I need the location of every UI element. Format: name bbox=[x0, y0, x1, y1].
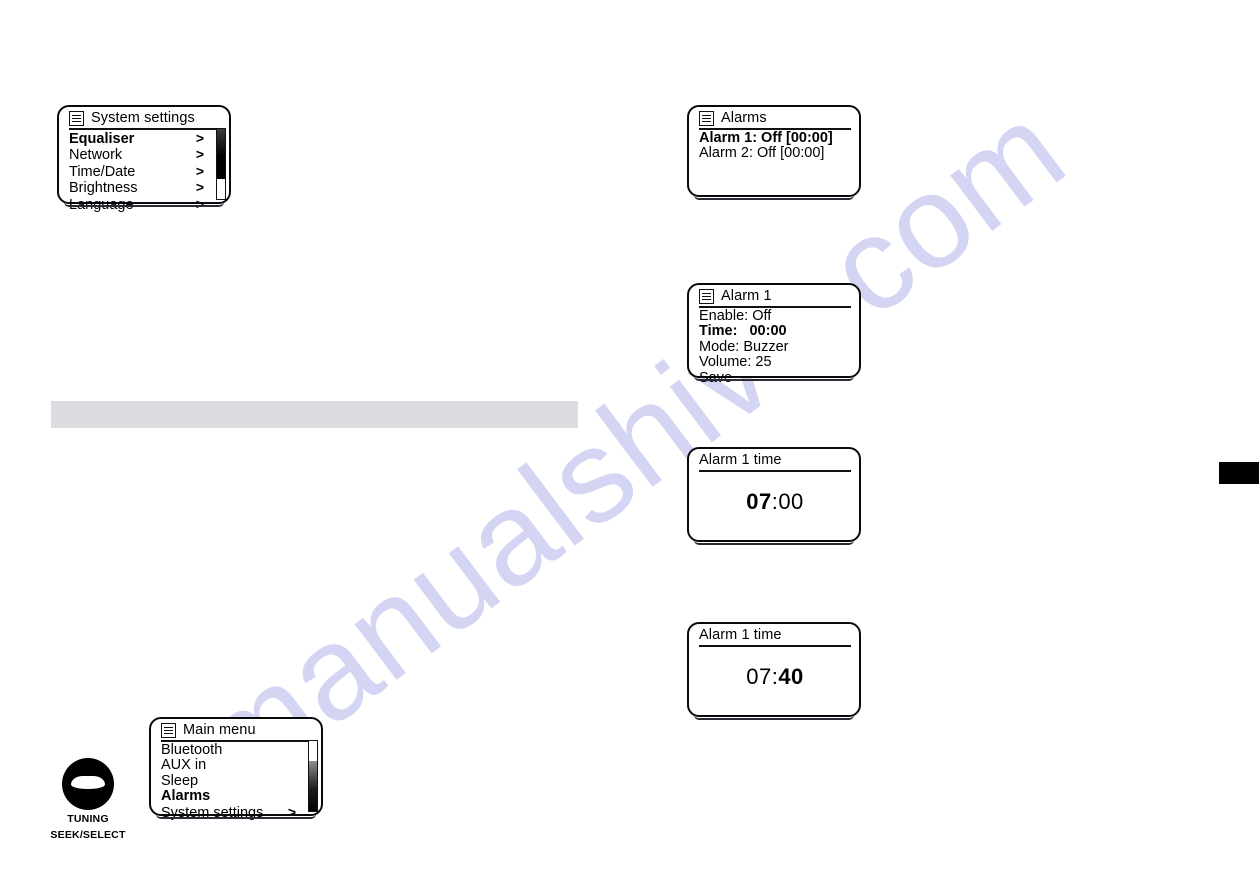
menu-item-label: Language bbox=[69, 196, 134, 213]
time-hour: 07 bbox=[746, 489, 772, 514]
display-alarm-1-time-minute: Alarm 1 time 07:40 bbox=[687, 622, 861, 720]
menu-item-aux-in[interactable]: AUX in bbox=[160, 757, 314, 774]
menu-item-label: Bluetooth bbox=[161, 742, 223, 758]
scrollbar[interactable] bbox=[216, 128, 226, 200]
menu-item-label: Brightness bbox=[69, 180, 138, 197]
menu-item-label: Mode: Buzzer bbox=[699, 338, 789, 355]
display-system-settings: System settings Equaliser > Network > Ti… bbox=[57, 105, 231, 213]
menu-item-label: System settings bbox=[161, 804, 264, 821]
menu-item-equaliser[interactable]: Equaliser > bbox=[68, 130, 222, 147]
menu-list: Alarm 1: Off [00:00] Alarm 2: Off [00:00… bbox=[698, 130, 852, 162]
display-alarm-1-time-hour: Alarm 1 time 07:00 bbox=[687, 447, 861, 545]
menu-item-bluetooth[interactable]: Bluetooth bbox=[160, 742, 314, 758]
menu-list: Bluetooth AUX in Sleep Alarms System set… bbox=[160, 742, 314, 821]
display-title: System settings bbox=[91, 110, 195, 126]
menu-item-label: Network bbox=[69, 147, 123, 164]
menu-item-label: Sleep bbox=[161, 772, 199, 789]
menu-item-label: Time/Date bbox=[69, 163, 136, 180]
menu-icon bbox=[161, 723, 176, 738]
display-header: Alarm 1 time bbox=[699, 627, 851, 647]
display-title: Alarm 1 time bbox=[699, 452, 782, 468]
menu-item-label: Save bbox=[699, 369, 733, 386]
display-header: System settings bbox=[69, 110, 221, 130]
display-header: Alarms bbox=[699, 110, 851, 130]
menu-item-alarm-2[interactable]: Alarm 2: Off [00:00] bbox=[698, 145, 852, 162]
tuning-knob-group: TUNING SEEK/SELECT bbox=[36, 758, 140, 842]
scrollbar-thumb[interactable] bbox=[217, 129, 225, 180]
menu-item-alarms[interactable]: Alarms bbox=[160, 788, 314, 805]
time-readout[interactable]: 07:00 bbox=[698, 489, 852, 515]
page-edge-tab bbox=[1219, 462, 1259, 484]
display-title: Alarms bbox=[721, 110, 767, 126]
display-alarm-1: Alarm 1 Enable: Off Time: 00:00 Mode: Bu… bbox=[687, 283, 861, 386]
menu-list: Equaliser > Network > Time/Date > Bright… bbox=[68, 130, 222, 213]
chevron-right-icon: > bbox=[195, 130, 204, 146]
time-minute: 40 bbox=[778, 664, 804, 689]
menu-icon bbox=[699, 289, 714, 304]
menu-item-label: Equaliser bbox=[69, 131, 135, 147]
chevron-right-icon: > bbox=[195, 146, 204, 163]
menu-list: Enable: Off Time: 00:00 Mode: Buzzer Vol… bbox=[698, 308, 852, 386]
time-minute: 00 bbox=[778, 489, 804, 514]
display-alarms: Alarms Alarm 1: Off [00:00] Alarm 2: Off… bbox=[687, 105, 861, 200]
menu-icon bbox=[699, 111, 714, 126]
menu-item-label: Alarm 2: Off [00:00] bbox=[699, 145, 825, 162]
menu-item-enable[interactable]: Enable: Off bbox=[698, 308, 852, 324]
menu-item-time[interactable]: Time: 00:00 bbox=[698, 323, 852, 340]
display-main-menu: Main menu Bluetooth AUX in Sleep Alarms … bbox=[149, 717, 323, 821]
menu-item-network[interactable]: Network > bbox=[68, 146, 222, 164]
menu-item-label: Alarm 1: Off [00:00] bbox=[699, 130, 833, 146]
menu-item-volume[interactable]: Volume: 25 bbox=[698, 354, 852, 371]
menu-item-sleep[interactable]: Sleep bbox=[160, 772, 314, 789]
display-title: Alarm 1 bbox=[721, 288, 772, 304]
display-header: Alarm 1 bbox=[699, 288, 851, 308]
menu-icon bbox=[69, 111, 84, 126]
menu-item-alarm-1[interactable]: Alarm 1: Off [00:00] bbox=[698, 130, 852, 146]
menu-item-time-date[interactable]: Time/Date > bbox=[68, 162, 222, 180]
tuning-knob-label-line2: SEEK/SELECT bbox=[50, 829, 126, 841]
chevron-right-icon: > bbox=[195, 179, 204, 196]
tuning-knob-label-line1: TUNING bbox=[67, 813, 109, 825]
display-title: Alarm 1 time bbox=[699, 627, 782, 643]
display-title: Main menu bbox=[183, 722, 256, 738]
menu-item-label: AUX in bbox=[161, 757, 207, 774]
time-readout[interactable]: 07:40 bbox=[698, 664, 852, 690]
display-header: Alarm 1 time bbox=[699, 452, 851, 472]
menu-item-label: Time: 00:00 bbox=[699, 323, 787, 340]
watermark: manualshive.com bbox=[169, 74, 1090, 819]
menu-item-save[interactable]: Save bbox=[698, 369, 852, 386]
scrollbar[interactable] bbox=[308, 740, 318, 812]
time-hour: 07 bbox=[746, 664, 772, 689]
menu-item-label: Enable: Off bbox=[699, 308, 772, 324]
tuning-knob-icon[interactable] bbox=[62, 758, 114, 810]
scrollbar-thumb[interactable] bbox=[309, 760, 317, 811]
menu-item-label: Alarms bbox=[161, 788, 211, 805]
section-bar bbox=[51, 401, 578, 428]
menu-item-language[interactable]: Language > bbox=[68, 195, 222, 213]
chevron-right-icon: > bbox=[195, 162, 204, 179]
display-header: Main menu bbox=[161, 722, 313, 742]
chevron-right-icon: > bbox=[287, 803, 296, 820]
menu-item-mode[interactable]: Mode: Buzzer bbox=[698, 338, 852, 355]
menu-item-label: Volume: 25 bbox=[699, 354, 772, 371]
menu-item-system-settings[interactable]: System settings > bbox=[160, 803, 314, 821]
chevron-right-icon: > bbox=[195, 195, 204, 212]
menu-item-brightness[interactable]: Brightness > bbox=[68, 179, 222, 197]
